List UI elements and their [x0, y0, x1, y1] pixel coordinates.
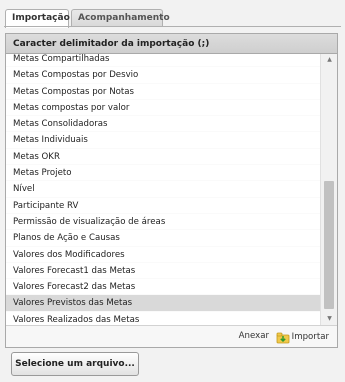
- list-item[interactable]: Metas compostas por valor: [6, 100, 320, 117]
- list-item[interactable]: Permissão de visualização de áreas: [6, 214, 320, 231]
- panel-title: Caracter delimitador da importação (;): [6, 34, 337, 54]
- list-scrollbar[interactable]: ▲ ▼: [320, 54, 337, 325]
- list-item[interactable]: Valores dos Modificadores: [6, 247, 320, 263]
- list-item[interactable]: Metas Compostas por Desvio: [6, 67, 320, 84]
- panel-footer: Anexar Importar: [6, 325, 337, 347]
- import-icon: [276, 332, 290, 344]
- import-label: Importar: [291, 332, 329, 342]
- chevron-down-icon[interactable]: ▼: [321, 313, 338, 325]
- select-file-button[interactable]: Selecione um arquivo...: [11, 352, 139, 376]
- list-item[interactable]: Metas Individuais: [6, 132, 320, 149]
- list-item[interactable]: Participante RV: [6, 198, 320, 214]
- import-type-list[interactable]: Metas Compartilhadas Metas Compostas por …: [6, 54, 320, 325]
- list-item[interactable]: Planos de Ação e Causas: [6, 230, 320, 247]
- list-item[interactable]: Valores Previstos das Metas: [6, 295, 320, 312]
- tab-bar-divider: [4, 26, 341, 27]
- list-item[interactable]: Valores Forecast2 das Metas: [6, 279, 320, 296]
- import-button[interactable]: Importar: [276, 329, 329, 345]
- list-item[interactable]: Nível: [6, 181, 320, 198]
- list-item[interactable]: Metas Consolidadoras: [6, 116, 320, 133]
- chevron-up-icon[interactable]: ▲: [321, 54, 338, 66]
- list-item[interactable]: Metas Compartilhadas: [6, 54, 320, 68]
- list-item[interactable]: Valores Forecast1 das Metas: [6, 263, 320, 280]
- import-panel: Caracter delimitador da importação (;) M…: [5, 33, 338, 348]
- list-item[interactable]: Valores Realizados das Metas: [6, 312, 320, 325]
- tab-bar: Importação Acompanhamento: [0, 0, 345, 28]
- list-item[interactable]: Metas OKR: [6, 149, 320, 166]
- list-item[interactable]: Metas Projeto: [6, 165, 320, 182]
- import-type-list-items: Metas Compartilhadas Metas Compostas por …: [6, 54, 320, 325]
- list-item[interactable]: Metas Compostas por Notas: [6, 84, 320, 100]
- attach-label: Anexar: [238, 331, 269, 341]
- scrollbar-thumb[interactable]: [324, 181, 334, 309]
- tab-acompanhamento[interactable]: Acompanhamento: [71, 9, 170, 27]
